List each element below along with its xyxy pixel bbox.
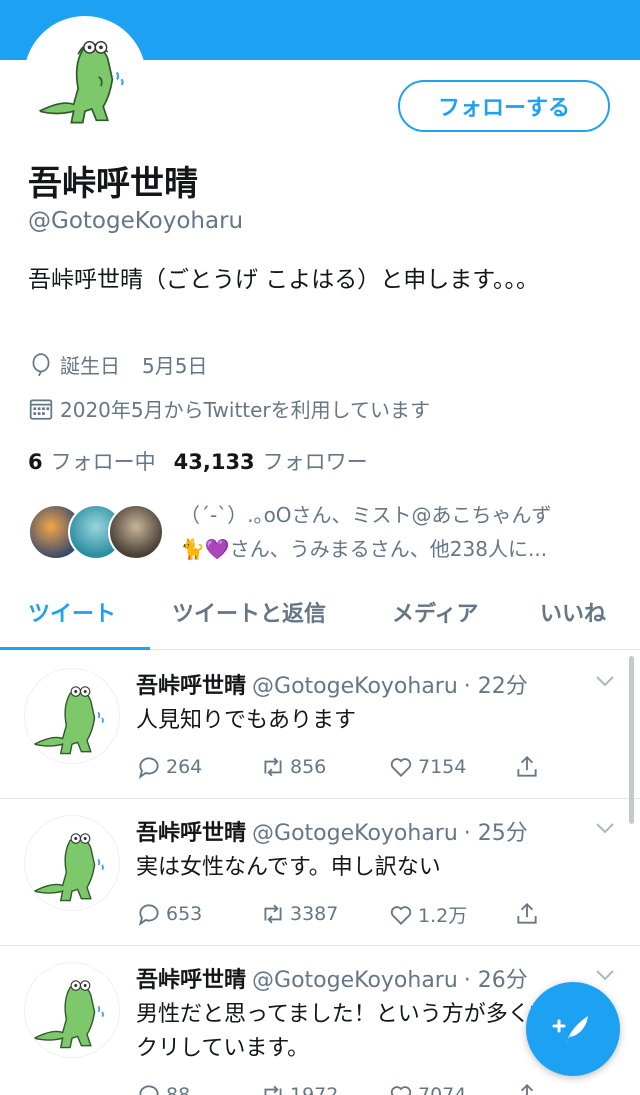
reply-icon bbox=[138, 904, 159, 926]
retweet-icon bbox=[264, 1085, 282, 1095]
reply-count: 264 bbox=[166, 756, 203, 778]
tweet[interactable]: 吾峠呼世晴 @GotogeKoyoharu · 22分 人見知りでもあります 264… bbox=[0, 652, 640, 799]
birthday-row: 誕生日 5月5日 bbox=[28, 350, 207, 379]
birthday-value: 5月5日 bbox=[142, 354, 208, 378]
scrollbar[interactable] bbox=[629, 656, 634, 824]
reply-button[interactable]: 88 bbox=[136, 1082, 190, 1095]
like-count: 7074 bbox=[418, 1084, 467, 1095]
crocodile-mascot-icon bbox=[32, 980, 104, 1049]
reply-count: 88 bbox=[166, 1084, 191, 1095]
crocodile-mascot-icon bbox=[28, 20, 142, 134]
tweet-author-handle: @GotogeKoyoharu bbox=[252, 968, 458, 993]
followers-count[interactable]: 43,133 bbox=[174, 450, 255, 474]
tweet-text: 実は女性なんです。申し訳ない bbox=[136, 855, 441, 880]
tweet-text: 人見知りでもあります bbox=[136, 708, 357, 733]
heart-icon bbox=[390, 905, 412, 925]
reply-icon bbox=[139, 1085, 159, 1095]
tweet-header: 吾峠呼世晴 @GotogeKoyoharu · 22分 bbox=[136, 668, 586, 700]
retweet-button[interactable]: 3387 bbox=[260, 901, 338, 927]
retweet-count: 1972 bbox=[290, 1084, 339, 1095]
feather-plus-icon bbox=[552, 1016, 588, 1044]
profile-handle: @GotogeKoyoharu bbox=[28, 208, 244, 234]
reply-button[interactable]: 653 bbox=[136, 901, 202, 927]
share-button[interactable] bbox=[514, 754, 544, 780]
followers-you-know-text: （´-`）.｡oOさん、ミスト@あこちゃんず 🐈💜さん、うみまるさん、他238人… bbox=[180, 503, 552, 561]
following-count[interactable]: 6 bbox=[28, 450, 43, 474]
heart-icon bbox=[390, 1086, 412, 1095]
followers-you-know[interactable]: （´-`）.｡oOさん、ミスト@あこちゃんず 🐈💜さん、うみまるさん、他238人… bbox=[28, 496, 628, 572]
follow-counts: 6 フォロー中 43,133 フォロワー bbox=[28, 446, 386, 476]
share-icon bbox=[517, 755, 537, 777]
follow-button[interactable]: フォローする bbox=[398, 80, 610, 132]
joined-text: 2020年5月からTwitterを利用しています bbox=[60, 398, 431, 422]
profile-tabs: ツイート ツイートと返信 メディア いいね bbox=[0, 586, 640, 650]
share-icon bbox=[517, 902, 537, 924]
tweet-author-name[interactable]: 吾峠呼世晴 bbox=[136, 968, 246, 993]
balloon-icon bbox=[28, 352, 54, 378]
followers-label[interactable]: フォロワー bbox=[263, 446, 368, 476]
like-button[interactable]: 7154 bbox=[388, 754, 466, 780]
tweet-header: 吾峠呼世晴 @GotogeKoyoharu · 26分 bbox=[136, 962, 586, 994]
tweet-author-handle: @GotogeKoyoharu bbox=[252, 674, 458, 699]
share-button[interactable] bbox=[514, 901, 544, 927]
avatar bbox=[108, 504, 164, 560]
tweet-time: · 25分 bbox=[463, 821, 528, 846]
tweet-avatar[interactable] bbox=[24, 815, 120, 911]
tweet-author-name[interactable]: 吾峠呼世晴 bbox=[136, 821, 246, 846]
tab-tweets-and-replies[interactable]: ツイートと返信 bbox=[172, 596, 326, 628]
tweet[interactable]: 吾峠呼世晴 @GotogeKoyoharu · 25分 実は女性なんです。申し訳ない… bbox=[0, 799, 640, 946]
tab-likes[interactable]: いいね bbox=[540, 596, 606, 628]
profile-avatar[interactable] bbox=[24, 16, 146, 138]
reply-button[interactable]: 264 bbox=[136, 754, 202, 780]
tweet-author-handle: @GotogeKoyoharu bbox=[252, 821, 458, 846]
tweet-avatar[interactable] bbox=[24, 962, 120, 1058]
birthday-label: 誕生日 bbox=[60, 354, 120, 378]
tab-media[interactable]: メディア bbox=[392, 596, 478, 628]
tweet-author-name[interactable]: 吾峠呼世晴 bbox=[136, 674, 246, 699]
compose-tweet-button[interactable] bbox=[526, 982, 620, 1076]
chevron-down-icon[interactable] bbox=[594, 674, 616, 688]
crocodile-mascot-icon bbox=[32, 833, 104, 902]
tweet-time: · 22分 bbox=[463, 674, 528, 699]
like-count: 7154 bbox=[418, 756, 467, 778]
profile-bio: 吾峠呼世晴（ごとうげ こよはる）と申します。。。 bbox=[28, 267, 540, 293]
retweet-count: 3387 bbox=[290, 903, 339, 925]
like-count: 1.2万 bbox=[418, 905, 468, 927]
tweet-header: 吾峠呼世晴 @GotogeKoyoharu · 25分 bbox=[136, 815, 586, 847]
reply-icon bbox=[138, 757, 159, 779]
retweet-button[interactable]: 856 bbox=[260, 754, 326, 780]
active-tab-indicator bbox=[0, 647, 150, 650]
retweet-icon bbox=[264, 904, 282, 924]
chevron-down-icon[interactable] bbox=[594, 968, 616, 982]
retweet-count: 856 bbox=[290, 756, 327, 778]
following-label[interactable]: フォロー中 bbox=[51, 446, 156, 476]
heart-icon bbox=[390, 758, 412, 777]
joined-row: 2020年5月からTwitterを利用しています bbox=[28, 394, 430, 423]
retweet-icon bbox=[264, 757, 282, 777]
reply-count: 653 bbox=[166, 903, 203, 925]
crocodile-mascot-icon bbox=[32, 686, 104, 755]
followers-you-know-avatars bbox=[28, 504, 168, 564]
share-button[interactable] bbox=[514, 1082, 544, 1095]
share-icon bbox=[520, 1083, 534, 1095]
like-button[interactable]: 7074 bbox=[388, 1082, 466, 1095]
chevron-down-icon[interactable] bbox=[594, 821, 616, 835]
tab-tweets[interactable]: ツイート bbox=[28, 596, 116, 628]
retweet-button[interactable]: 1972 bbox=[260, 1082, 338, 1095]
like-button[interactable]: 1.2万 bbox=[388, 901, 467, 928]
tweet-time: · 26分 bbox=[463, 968, 528, 993]
tweet-avatar[interactable] bbox=[24, 668, 120, 764]
calendar-icon bbox=[28, 396, 54, 422]
profile-display-name: 吾峠呼世晴 bbox=[28, 164, 198, 204]
